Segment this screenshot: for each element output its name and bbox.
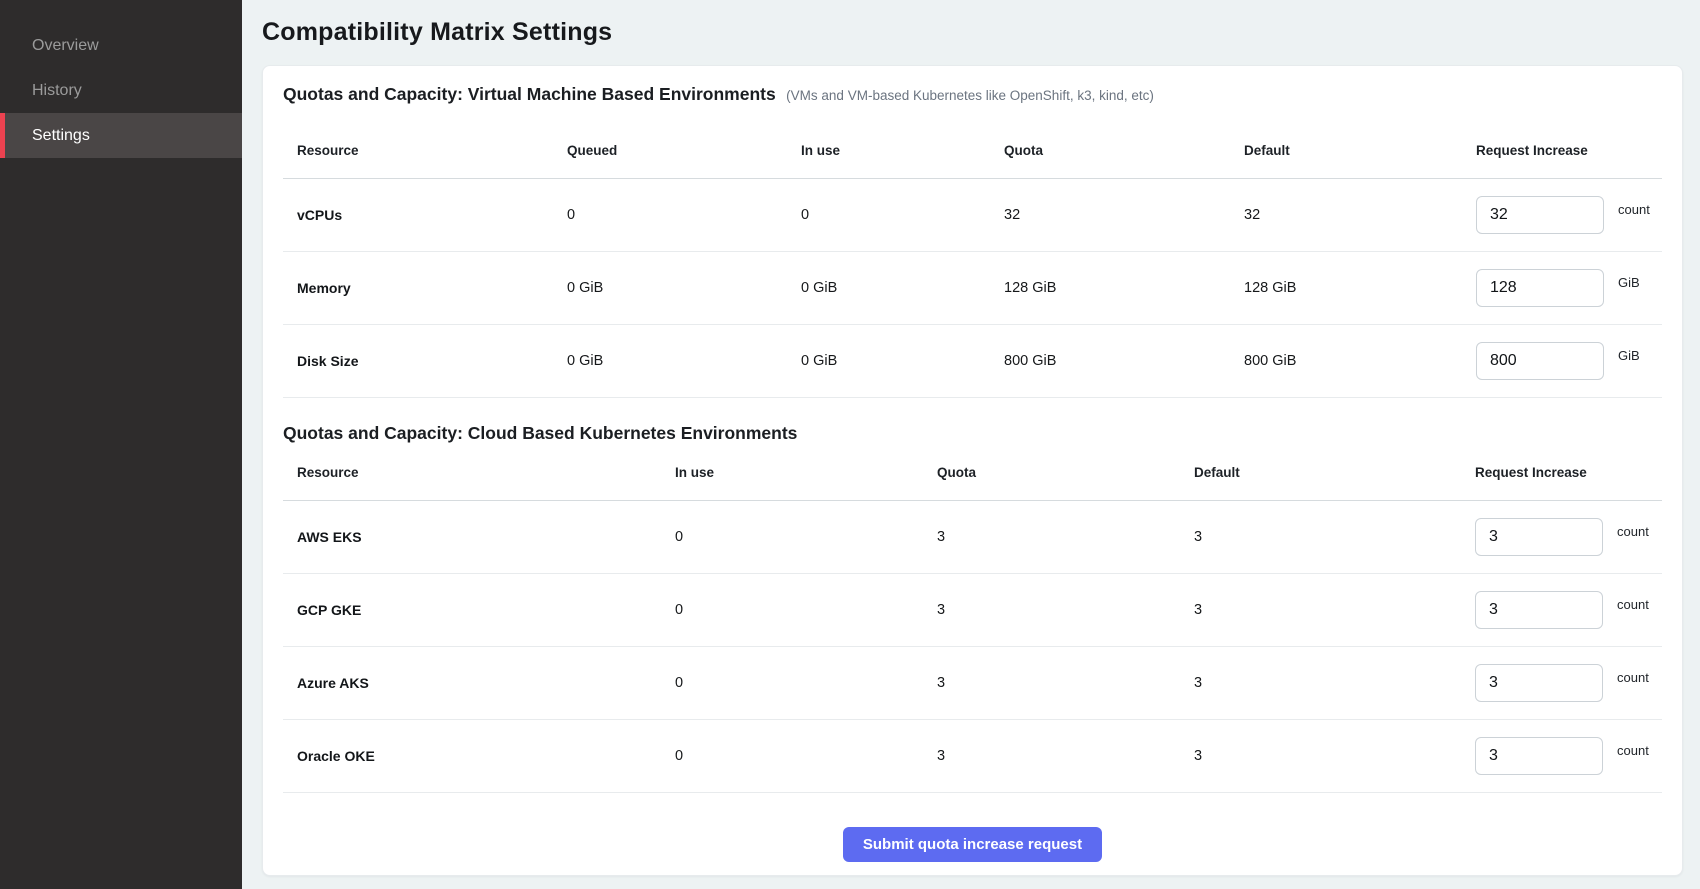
resource-name: vCPUs: [283, 207, 567, 223]
in-use-value: 0: [675, 529, 937, 545]
sidebar-item-label: History: [32, 82, 82, 100]
quota-value: 3: [937, 675, 1194, 691]
vm-section-subtitle: (VMs and VM-based Kubernetes like OpenSh…: [786, 88, 1154, 103]
queued-value: 0 GiB: [567, 280, 801, 296]
sidebar-item-history[interactable]: History: [0, 68, 242, 113]
sidebar-item-overview[interactable]: Overview: [0, 23, 242, 68]
quota-value: 3: [937, 748, 1194, 764]
default-value: 3: [1194, 675, 1475, 691]
default-value: 3: [1194, 748, 1475, 764]
cloud-section-header: Quotas and Capacity: Cloud Based Kuberne…: [283, 423, 1662, 445]
resource-name: Memory: [283, 280, 567, 296]
quota-value: 3: [937, 529, 1194, 545]
unit-label: count: [1618, 202, 1650, 217]
request-increase-cell: count: [1476, 196, 1662, 234]
table-row-aws-eks: AWS EKS 0 3 3 count: [283, 501, 1662, 574]
resource-name: GCP GKE: [283, 602, 675, 618]
default-value: 800 GiB: [1244, 353, 1476, 369]
column-header-resource: Resource: [283, 465, 675, 480]
oracle-oke-request-input[interactable]: [1475, 737, 1603, 775]
vm-table-header: Resource Queued In use Quota Default Req…: [283, 106, 1662, 179]
default-value: 3: [1194, 602, 1475, 618]
active-indicator: [0, 113, 5, 158]
table-row-vcpus: vCPUs 0 0 32 32 count: [283, 179, 1662, 252]
column-header-request-increase: Request Increase: [1476, 143, 1662, 158]
table-row-oracle-oke: Oracle OKE 0 3 3 count: [283, 720, 1662, 793]
sidebar-item-label: Overview: [32, 37, 99, 55]
request-increase-cell: GiB: [1476, 342, 1662, 380]
request-increase-cell: GiB: [1476, 269, 1662, 307]
sidebar-item-settings[interactable]: Settings: [0, 113, 242, 158]
column-header-resource: Resource: [283, 143, 567, 158]
request-increase-cell: count: [1475, 518, 1662, 556]
unit-label: count: [1617, 743, 1649, 758]
page-title: Compatibility Matrix Settings: [262, 18, 1683, 46]
quota-settings-card: Quotas and Capacity: Virtual Machine Bas…: [262, 65, 1683, 876]
resource-name: Disk Size: [283, 353, 567, 369]
request-increase-cell: count: [1475, 664, 1662, 702]
memory-request-input[interactable]: [1476, 269, 1604, 307]
queued-value: 0: [567, 207, 801, 223]
sidebar: Overview History Settings: [0, 0, 242, 889]
vm-section-title: Quotas and Capacity: Virtual Machine Bas…: [283, 84, 776, 104]
cloud-table-header: Resource In use Quota Default Request In…: [283, 445, 1662, 501]
default-value: 3: [1194, 529, 1475, 545]
column-header-default: Default: [1244, 143, 1476, 158]
in-use-value: 0: [675, 602, 937, 618]
unit-label: count: [1617, 597, 1649, 612]
request-increase-cell: count: [1475, 591, 1662, 629]
table-row-azure-aks: Azure AKS 0 3 3 count: [283, 647, 1662, 720]
request-increase-cell: count: [1475, 737, 1662, 775]
submit-quota-increase-button[interactable]: Submit quota increase request: [843, 827, 1102, 862]
main-content: Compatibility Matrix Settings Quotas and…: [242, 0, 1700, 889]
table-row-memory: Memory 0 GiB 0 GiB 128 GiB 128 GiB GiB: [283, 252, 1662, 325]
vcpus-request-input[interactable]: [1476, 196, 1604, 234]
resource-name: Oracle OKE: [283, 748, 675, 764]
in-use-value: 0: [675, 748, 937, 764]
azure-aks-request-input[interactable]: [1475, 664, 1603, 702]
column-header-queued: Queued: [567, 143, 801, 158]
submit-button-row: Submit quota increase request: [283, 793, 1662, 862]
quota-value: 800 GiB: [1004, 353, 1244, 369]
table-row-gcp-gke: GCP GKE 0 3 3 count: [283, 574, 1662, 647]
resource-name: Azure AKS: [283, 675, 675, 691]
unit-label: count: [1617, 670, 1649, 685]
sidebar-item-label: Settings: [32, 127, 90, 145]
unit-label: GiB: [1618, 348, 1640, 363]
resource-name: AWS EKS: [283, 529, 675, 545]
column-header-default: Default: [1194, 465, 1475, 480]
unit-label: count: [1617, 524, 1649, 539]
in-use-value: 0 GiB: [801, 280, 1004, 296]
gcp-gke-request-input[interactable]: [1475, 591, 1603, 629]
quota-value: 32: [1004, 207, 1244, 223]
in-use-value: 0: [801, 207, 1004, 223]
in-use-value: 0 GiB: [801, 353, 1004, 369]
in-use-value: 0: [675, 675, 937, 691]
column-header-in-use: In use: [801, 143, 1004, 158]
default-value: 128 GiB: [1244, 280, 1476, 296]
column-header-quota: Quota: [1004, 143, 1244, 158]
column-header-request-increase: Request Increase: [1475, 465, 1662, 480]
aws-eks-request-input[interactable]: [1475, 518, 1603, 556]
quota-value: 3: [937, 602, 1194, 618]
disk-size-request-input[interactable]: [1476, 342, 1604, 380]
default-value: 32: [1244, 207, 1476, 223]
quota-value: 128 GiB: [1004, 280, 1244, 296]
unit-label: GiB: [1618, 275, 1640, 290]
table-row-disk-size: Disk Size 0 GiB 0 GiB 800 GiB 800 GiB Gi…: [283, 325, 1662, 398]
column-header-quota: Quota: [937, 465, 1194, 480]
cloud-section-title: Quotas and Capacity: Cloud Based Kuberne…: [283, 423, 797, 443]
column-header-in-use: In use: [675, 465, 937, 480]
vm-section-header: Quotas and Capacity: Virtual Machine Bas…: [283, 66, 1662, 106]
queued-value: 0 GiB: [567, 353, 801, 369]
